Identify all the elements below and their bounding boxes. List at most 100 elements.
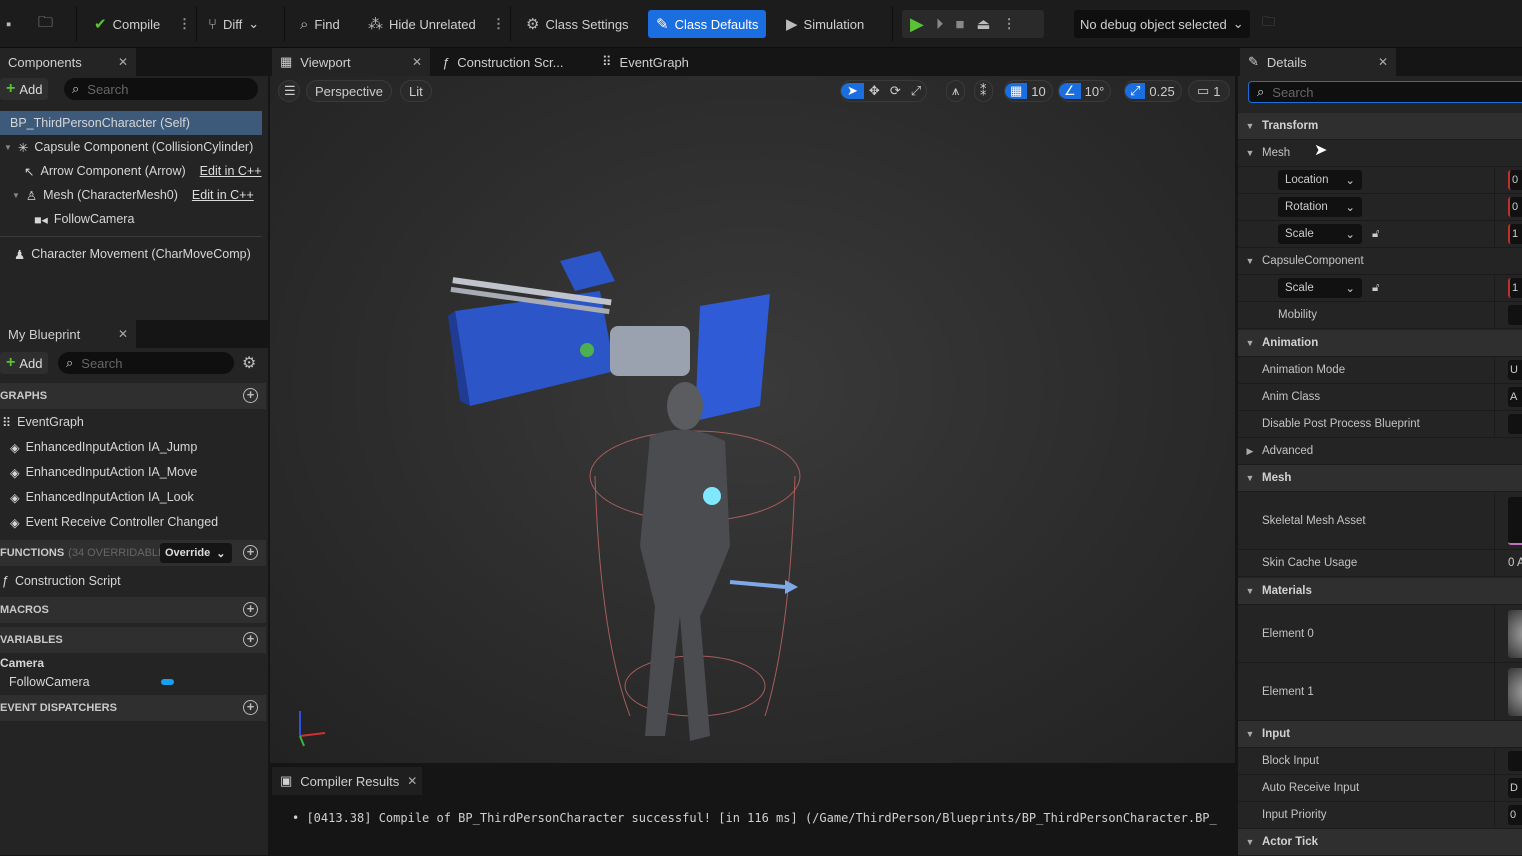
find-button[interactable]: ⌕ Find: [294, 10, 346, 38]
location-x-input[interactable]: 0: [1508, 170, 1522, 190]
hide-unrelated-button[interactable]: ⁂ Hide Unrelated: [362, 10, 482, 38]
details-search-input[interactable]: ⌕ Search: [1248, 81, 1522, 103]
tab-components[interactable]: Components ✕: [0, 48, 136, 76]
scale-x-input[interactable]: 1: [1508, 224, 1522, 244]
simulation-button[interactable]: ▶ Simulation: [780, 10, 870, 38]
add-graph-icon[interactable]: +: [243, 388, 258, 403]
scale-snap-button[interactable]: ⤢ 0.25: [1124, 80, 1182, 102]
tab-viewport[interactable]: ▦ Viewport ✕: [272, 48, 430, 76]
anim-class-dropdown[interactable]: A: [1508, 387, 1522, 407]
perspective-button[interactable]: Perspective: [306, 80, 392, 102]
add-function-icon[interactable]: +: [243, 545, 258, 560]
material-thumbnail[interactable]: [1508, 667, 1522, 716]
add-variable-icon[interactable]: +: [243, 632, 258, 647]
lit-button[interactable]: Lit: [400, 80, 432, 102]
rotate-tool-icon[interactable]: ⟳: [885, 83, 906, 99]
world-local-button[interactable]: ⩚: [946, 80, 966, 102]
select-tool-icon[interactable]: ➤: [841, 83, 864, 99]
save-button[interactable]: ▪: [0, 10, 17, 38]
material-thumbnail[interactable]: [1508, 609, 1522, 658]
play-icon[interactable]: ▶: [910, 14, 924, 35]
compile-button[interactable]: ✔ Compile: [88, 10, 166, 38]
scale-tool-icon[interactable]: ⤢: [906, 83, 926, 99]
category-input[interactable]: ▼ Input: [1238, 721, 1522, 748]
component-character-movement[interactable]: ♟ Character Movement (CharMoveComp): [0, 242, 262, 266]
animation-mode-dropdown[interactable]: U: [1508, 360, 1522, 380]
add-component-button[interactable]: + Add: [0, 78, 49, 100]
component-mesh[interactable]: ▼ ♙ Mesh (CharacterMesh0) Edit in C++: [0, 183, 262, 207]
block-input-checkbox[interactable]: [1508, 751, 1522, 771]
debug-object-select[interactable]: No debug object selected ⌄: [1074, 10, 1250, 38]
camera-speed-button[interactable]: ▭ 1: [1188, 80, 1230, 102]
auto-receive-dropdown[interactable]: D: [1508, 778, 1522, 798]
event-item[interactable]: ◈ EnhancedInputAction IA_Jump: [0, 435, 197, 459]
close-icon[interactable]: ✕: [407, 774, 417, 788]
disable-ppb-checkbox[interactable]: [1508, 414, 1522, 434]
variable-follow-camera[interactable]: FollowCamera: [0, 670, 266, 694]
event-item[interactable]: ◈ EnhancedInputAction IA_Look: [0, 485, 194, 509]
stop-icon[interactable]: ■: [955, 16, 964, 33]
event-item[interactable]: ◈ Event Receive Controller Changed: [0, 510, 218, 534]
compile-options-button[interactable]: ⋮: [172, 10, 197, 38]
add-dispatcher-icon[interactable]: +: [243, 700, 258, 715]
tab-event-graph[interactable]: ⠿ EventGraph: [594, 48, 697, 76]
component-follow-camera[interactable]: ■◂ FollowCamera: [0, 207, 262, 231]
surface-snap-button[interactable]: ⁑: [974, 80, 993, 102]
viewport-menu-button[interactable]: ☰: [278, 80, 300, 102]
rotation-dropdown[interactable]: Rotation ⌄: [1278, 197, 1362, 217]
add-macro-icon[interactable]: +: [243, 602, 258, 617]
close-icon[interactable]: ✕: [118, 55, 128, 69]
advanced-expander[interactable]: ▶ Advanced: [1238, 438, 1522, 465]
functions-section[interactable]: FUNCTIONS (34 OVERRIDABLE) Override ⌄ +: [0, 540, 266, 566]
component-arrow[interactable]: ↖ Arrow Component (Arrow) Edit in C++: [0, 159, 262, 183]
class-defaults-button[interactable]: ✎ Class Defaults: [648, 10, 767, 38]
tab-my-blueprint[interactable]: My Blueprint ✕: [0, 320, 136, 348]
mobility-control[interactable]: [1508, 305, 1522, 325]
category-materials[interactable]: ▼ Materials: [1238, 578, 1522, 605]
category-actor-tick[interactable]: ▼ Actor Tick: [1238, 829, 1522, 856]
category-transform[interactable]: ▼ Transform: [1238, 113, 1522, 140]
override-dropdown[interactable]: Override ⌄: [160, 543, 232, 563]
category-animation[interactable]: ▼ Animation: [1238, 330, 1522, 357]
category-mesh[interactable]: ▼ Mesh: [1238, 465, 1522, 492]
step-icon[interactable]: ⏵: [936, 16, 944, 33]
hide-unrelated-options-button[interactable]: ⋮: [486, 10, 511, 38]
close-icon[interactable]: ✕: [412, 55, 422, 69]
add-member-button[interactable]: + Add: [0, 352, 49, 374]
tab-details[interactable]: ✎ Details ✕: [1240, 48, 1396, 76]
event-dispatchers-section[interactable]: EVENT DISPATCHERS +: [0, 695, 266, 721]
subcategory-capsule[interactable]: ▼ CapsuleComponent: [1238, 248, 1522, 275]
grid-snap-button[interactable]: ▦ 10: [1004, 80, 1053, 102]
blueprint-search-input[interactable]: ⌕ Search: [58, 352, 234, 374]
diff-button[interactable]: ⑂ Diff ⌄: [202, 10, 265, 38]
skeletal-mesh-thumbnail[interactable]: [1508, 496, 1522, 545]
class-settings-button[interactable]: ⚙ Class Settings: [520, 10, 635, 38]
viewport-canvas[interactable]: [270, 76, 1235, 763]
close-icon[interactable]: ✕: [1378, 55, 1388, 69]
location-dropdown[interactable]: Location ⌄: [1278, 170, 1362, 190]
rotation-x-input[interactable]: 0: [1508, 197, 1522, 217]
input-priority-input[interactable]: 0: [1508, 805, 1522, 825]
eject-icon[interactable]: ⏏: [976, 15, 990, 33]
component-capsule[interactable]: ▼ ✳ Capsule Component (CollisionCylinder): [0, 135, 262, 159]
browse-button[interactable]: 🗀: [32, 10, 59, 38]
graphs-section[interactable]: GRAPHS +: [0, 383, 266, 409]
event-item[interactable]: ◈ EnhancedInputAction IA_Move: [0, 460, 197, 484]
debug-browse-button[interactable]: 🗀: [1256, 10, 1281, 38]
unlock-icon[interactable]: 🔓︎: [1372, 228, 1379, 241]
play-options-icon[interactable]: ⋮: [1003, 16, 1016, 32]
component-self[interactable]: BP_ThirdPersonCharacter (Self): [0, 111, 262, 135]
unlock-icon[interactable]: 🔓︎: [1372, 282, 1379, 295]
move-tool-icon[interactable]: ✥: [864, 83, 885, 99]
tab-construction-script[interactable]: ƒ Construction Scr...: [434, 48, 571, 76]
subcategory-mesh[interactable]: ▼ Mesh ➤: [1238, 140, 1522, 167]
macros-section[interactable]: MACROS +: [0, 597, 266, 623]
close-icon[interactable]: ✕: [118, 327, 128, 341]
function-construction-script[interactable]: ƒ Construction Script: [0, 569, 121, 593]
skin-cache-value[interactable]: 0 A: [1508, 557, 1522, 569]
settings-gear-icon[interactable]: ⚙: [242, 353, 256, 373]
components-search-input[interactable]: ⌕ Search: [64, 78, 258, 100]
rotation-snap-button[interactable]: ∠ 10°: [1058, 80, 1112, 102]
scale-dropdown[interactable]: Scale ⌄: [1278, 224, 1362, 244]
edit-in-cpp-link[interactable]: Edit in C++: [200, 164, 262, 178]
